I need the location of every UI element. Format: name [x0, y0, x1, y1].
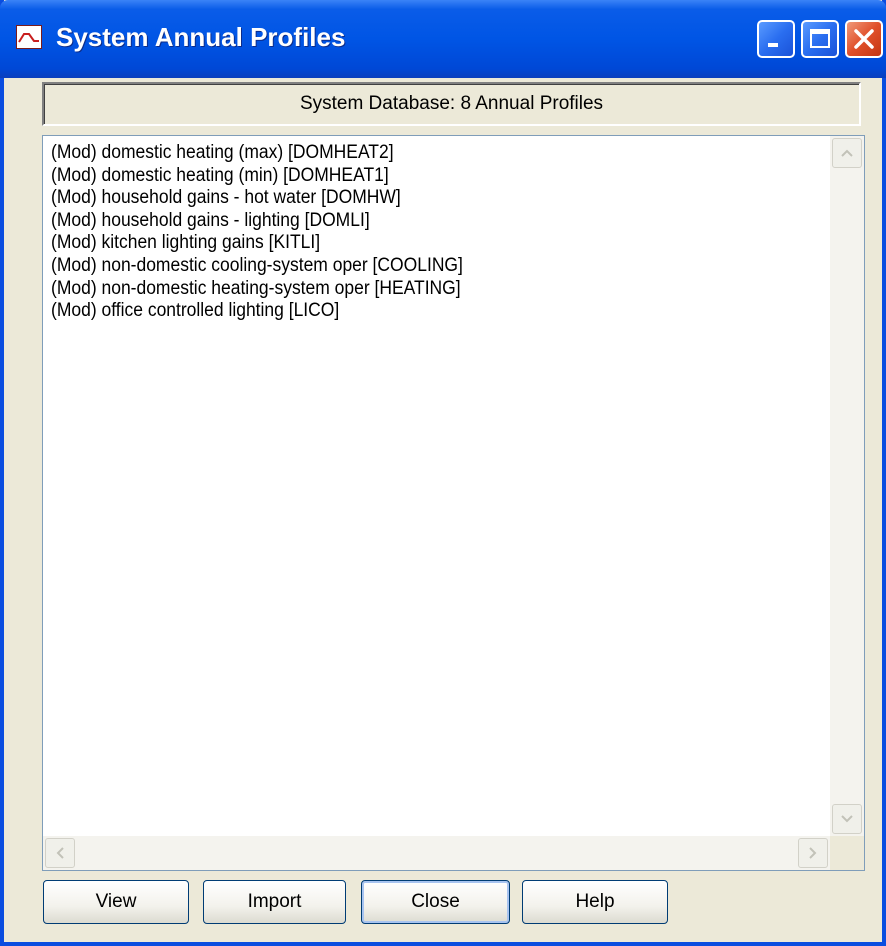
title-bar[interactable]: System Annual Profiles: [0, 0, 886, 78]
list-item[interactable]: (Mod) non-domestic cooling-system oper […: [51, 255, 463, 278]
maximize-button[interactable]: [801, 20, 839, 58]
scroll-left-button[interactable]: [45, 838, 75, 868]
scroll-up-button[interactable]: [832, 138, 862, 168]
profiles-list: (Mod) domestic heating (max) [DOMHEAT2](…: [51, 142, 499, 323]
minimize-icon: [768, 43, 778, 47]
close-icon: [854, 29, 874, 49]
close-button[interactable]: Close: [361, 880, 510, 924]
list-item[interactable]: (Mod) domestic heating (min) [DOMHEAT1]: [51, 165, 463, 188]
system-annual-profiles-window: System Annual Profiles System Database: …: [0, 0, 886, 946]
list-item[interactable]: (Mod) office controlled lighting [LICO]: [51, 300, 463, 323]
import-button[interactable]: Import: [203, 880, 346, 924]
minimize-button[interactable]: [757, 20, 795, 58]
chevron-right-icon: [809, 847, 817, 859]
database-summary-label: System Database: 8 Annual Profiles: [42, 82, 861, 126]
maximize-icon: [810, 29, 830, 48]
list-item[interactable]: (Mod) domestic heating (max) [DOMHEAT2]: [51, 142, 463, 165]
list-item[interactable]: (Mod) household gains - lighting [DOMLI]: [51, 210, 463, 233]
close-window-button[interactable]: [845, 20, 883, 58]
profiles-listbox[interactable]: (Mod) domestic heating (max) [DOMHEAT2](…: [42, 135, 865, 871]
scroll-right-button[interactable]: [798, 838, 828, 868]
scrollbar-corner: [830, 836, 864, 870]
list-item[interactable]: (Mod) household gains - hot water [DOMHW…: [51, 187, 463, 210]
horizontal-scrollbar[interactable]: [43, 836, 830, 870]
view-button[interactable]: View: [43, 880, 189, 924]
chevron-up-icon: [841, 149, 853, 157]
help-button[interactable]: Help: [522, 880, 668, 924]
window-title: System Annual Profiles: [56, 22, 346, 52]
list-item[interactable]: (Mod) kitchen lighting gains [KITLI]: [51, 232, 463, 255]
list-item[interactable]: (Mod) non-domestic heating-system oper […: [51, 278, 463, 301]
chevron-down-icon: [841, 815, 853, 823]
chevron-left-icon: [56, 847, 64, 859]
scroll-down-button[interactable]: [832, 804, 862, 834]
vertical-scrollbar[interactable]: [830, 136, 864, 836]
annual-profile-chart-icon: [16, 25, 42, 49]
